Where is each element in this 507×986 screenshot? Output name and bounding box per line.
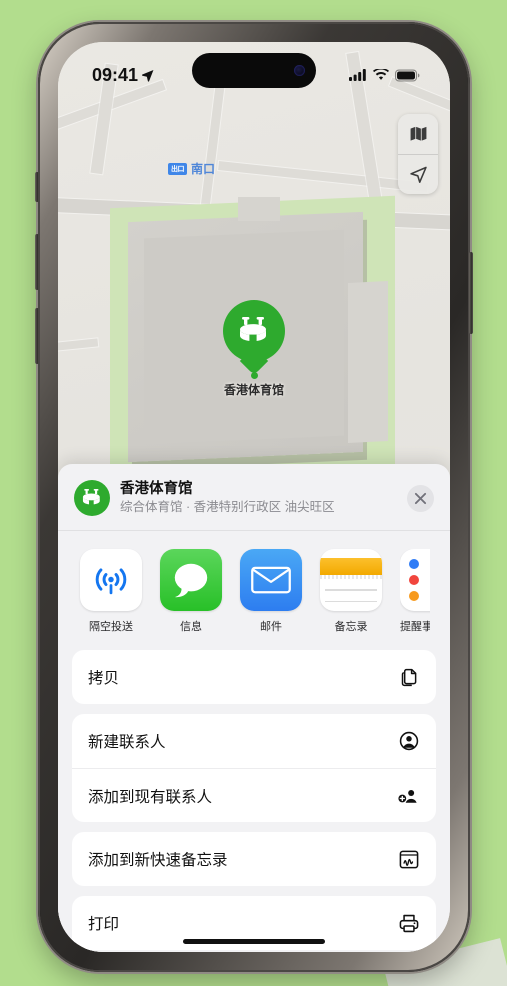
silent-switch[interactable] — [35, 172, 39, 202]
action-row-copy[interactable]: 拷贝 — [72, 650, 436, 704]
share-app-row[interactable]: 隔空投送 信息 邮件 备忘录 提醒事 — [58, 531, 450, 644]
share-sheet-header: 香港体育馆 综合体育馆 · 香港特别行政区 油尖旺区 — [58, 464, 450, 531]
action-group: 新建联系人 添加到现有联系人 — [72, 714, 436, 822]
status-bar-left: 09:41 — [92, 65, 155, 86]
wifi-icon — [373, 69, 389, 80]
quick-note-icon — [398, 849, 420, 870]
speech-bubble-icon — [174, 563, 208, 598]
navigation-arrow-icon — [409, 166, 427, 183]
stadium-glyph-icon — [240, 317, 266, 342]
transit-exit-badge: 出口 — [168, 162, 187, 175]
share-app-label: 隔空投送 — [89, 621, 133, 633]
copy-icon — [399, 667, 420, 688]
status-bar-right — [349, 68, 420, 82]
action-label: 新建联系人 — [88, 734, 166, 751]
action-label: 打印 — [88, 916, 120, 933]
share-app-label: 邮件 — [260, 621, 282, 633]
map-poi-marker[interactable]: 香港体育馆 — [223, 300, 285, 398]
battery-icon — [395, 68, 420, 82]
action-group: 添加到新快速备忘录 — [72, 832, 436, 886]
phone-screen: 出口 南口 香港体育馆 09:41 香港体育馆 综合体育馆 · 香港特别行政区 … — [58, 42, 450, 952]
action-group: 拷贝 — [72, 650, 436, 704]
reminder-dot-red — [409, 575, 419, 585]
action-row-new-contact[interactable]: 新建联系人 — [72, 714, 436, 768]
reminders-icon — [400, 549, 430, 611]
stadium-icon — [82, 488, 100, 505]
reminder-dot-blue — [409, 559, 419, 569]
share-app-reminders[interactable]: 提醒事项 — [400, 549, 430, 634]
share-app-messages[interactable]: 信息 — [160, 549, 222, 634]
notes-line — [325, 589, 377, 591]
share-app-label: 信息 — [180, 621, 202, 633]
close-icon — [414, 492, 427, 504]
iphone-device-frame: 出口 南口 香港体育馆 09:41 香港体育馆 综合体育馆 · 香港特别行政区 … — [35, 22, 473, 972]
action-label: 添加到现有联系人 — [88, 788, 213, 806]
person-add-icon — [397, 785, 420, 807]
power-button[interactable] — [469, 252, 473, 334]
action-label: 拷贝 — [88, 670, 120, 687]
avatar — [74, 480, 110, 516]
printer-icon — [398, 913, 420, 934]
location-arrow-icon — [142, 69, 154, 82]
notes-line — [325, 600, 377, 602]
map-icon — [410, 126, 426, 141]
airdrop-glyph-icon — [95, 568, 127, 595]
volume-up-button[interactable] — [35, 234, 39, 290]
notes-header-strip — [320, 558, 382, 575]
person-circle-icon — [398, 730, 420, 752]
map-layers-button[interactable] — [398, 114, 438, 154]
volume-down-button[interactable] — [35, 308, 39, 364]
transit-label-text: 南口 — [191, 162, 216, 176]
map-road — [58, 338, 99, 354]
share-app-label: 备忘录 — [334, 621, 368, 633]
share-app-notes[interactable]: 备忘录 — [320, 549, 382, 634]
notes-icon — [320, 549, 382, 611]
share-app-mail[interactable]: 邮件 — [240, 549, 302, 634]
map-road — [200, 81, 225, 213]
share-sheet-subtitle: 综合体育馆 · 香港特别行政区 油尖旺区 — [120, 500, 335, 515]
locate-me-button[interactable] — [398, 154, 438, 194]
close-button[interactable] — [407, 484, 434, 512]
action-row-add-existing-contact[interactable]: 添加到现有联系人 — [72, 768, 436, 822]
messages-icon — [160, 549, 222, 611]
share-action-list: 拷贝 新建联系人 添加到现有联系人 添加到新快速备忘录 打印 — [58, 644, 450, 950]
action-label: 添加到新快速备忘录 — [88, 852, 228, 869]
map-transit-label[interactable]: 出口 南口 — [168, 160, 215, 177]
share-sheet: 香港体育馆 综合体育馆 · 香港特别行政区 油尖旺区 隔空投送 信息 邮件 备忘… — [58, 464, 450, 952]
poi-label: 香港体育馆 — [223, 383, 284, 397]
front-camera-icon — [294, 65, 305, 76]
map-road — [218, 161, 428, 192]
home-indicator[interactable] — [183, 939, 325, 944]
share-app-label: 提醒事项 — [400, 621, 430, 633]
notes-perforation — [320, 575, 382, 579]
dynamic-island — [192, 53, 316, 88]
airdrop-icon — [80, 549, 142, 611]
map-controls[interactable] — [398, 114, 438, 194]
reminder-dot-orange — [409, 591, 419, 601]
map-building — [348, 280, 388, 444]
clock-time: 09:41 — [92, 64, 139, 85]
mail-icon — [240, 549, 302, 611]
envelope-icon — [251, 566, 291, 594]
stadium-pin-icon — [223, 300, 285, 362]
poi-anchor-dot — [250, 372, 258, 379]
cellular-bars-icon — [349, 69, 366, 81]
share-sheet-title: 香港体育馆 — [120, 481, 193, 498]
share-app-airdrop[interactable]: 隔空投送 — [80, 549, 142, 634]
action-row-new-quick-note[interactable]: 添加到新快速备忘录 — [72, 832, 436, 886]
share-sheet-titles: 香港体育馆 综合体育馆 · 香港特别行政区 油尖旺区 — [120, 480, 397, 515]
map-building — [238, 197, 280, 221]
